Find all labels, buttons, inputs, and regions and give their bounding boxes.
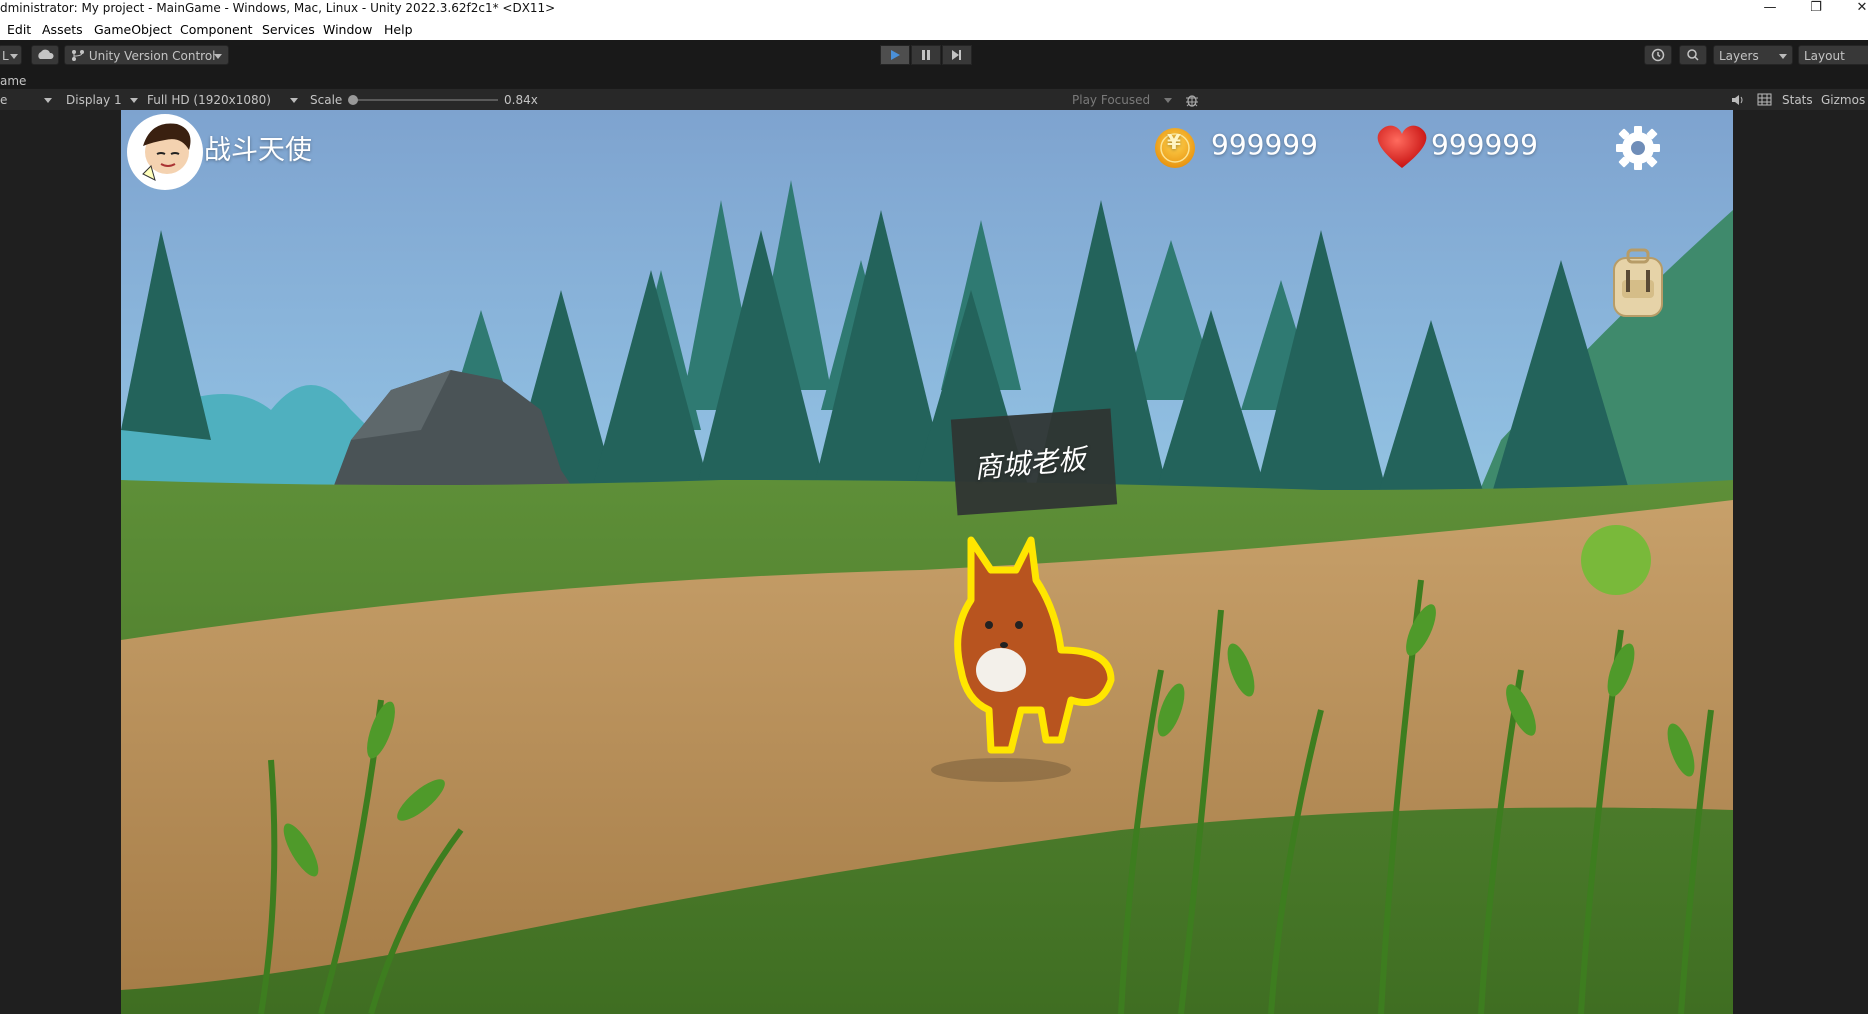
cloud-button[interactable] [31, 45, 59, 65]
step-icon [952, 50, 961, 60]
branch-icon [72, 50, 84, 61]
heart-count: 999999 [1431, 128, 1538, 161]
resolution-dropdown[interactable]: Full HD (1920x1080) [147, 93, 271, 107]
layers-dropdown[interactable]: Layers [1713, 45, 1793, 65]
resolution-label: Full HD (1920x1080) [147, 93, 271, 107]
menu-gameobject[interactable]: GameObject [94, 22, 172, 37]
main-toolbar: L Unity Version Control Layers Layout [0, 40, 1868, 70]
cloud-icon [38, 49, 54, 59]
stats-button[interactable]: Stats [1782, 93, 1813, 107]
menu-edit[interactable]: Edit [7, 22, 31, 37]
chevron-down-icon [10, 54, 18, 59]
layout-dropdown[interactable]: Layout [1798, 45, 1868, 65]
history-icon [1651, 48, 1665, 62]
tab-game[interactable]: ame [0, 74, 26, 88]
chevron-down-icon [44, 98, 52, 103]
menu-component[interactable]: Component [180, 22, 253, 37]
account-label: L [2, 49, 9, 63]
pause-icon [922, 50, 930, 60]
player-name: 战斗天使 [204, 135, 312, 166]
play-focused-label: Play Focused [1072, 93, 1151, 107]
scale-slider-handle[interactable] [348, 95, 358, 105]
menu-window[interactable]: Window [323, 22, 372, 37]
game-tab-row: ame [0, 70, 1868, 90]
coin-count: 999999 [1211, 128, 1318, 161]
coin-symbol: ¥ [1167, 130, 1181, 154]
history-button[interactable] [1644, 45, 1672, 65]
step-button[interactable] [942, 45, 972, 65]
window-title-bar: dministrator: My project - MainGame - Wi… [0, 0, 1868, 18]
avatar[interactable] [127, 114, 203, 190]
game-viewport[interactable]: 战斗天使 ¥ 999999 999999 商城老板 [121, 110, 1733, 1014]
window-title: dministrator: My project - MainGame - Wi… [0, 1, 556, 15]
chevron-down-icon [1779, 54, 1787, 59]
menu-help[interactable]: Help [384, 22, 413, 37]
restore-button[interactable]: ❐ [1796, 0, 1836, 18]
chevron-down-icon [130, 98, 138, 103]
account-dropdown[interactable]: L [0, 45, 22, 65]
search-icon [1687, 49, 1699, 61]
game-view-toolbar: e Display 1 Full HD (1920x1080) Scale 0.… [0, 88, 1868, 111]
gizmos-label: Gizmos [1821, 93, 1866, 107]
scale-label: Scale [310, 93, 343, 107]
forest-scene [121, 110, 1733, 1014]
display-label: Display 1 [66, 93, 122, 107]
play-focused-dropdown[interactable]: Play Focused [1072, 93, 1150, 107]
gear-icon[interactable] [1616, 126, 1660, 170]
close-button[interactable]: ✕ [1842, 0, 1868, 18]
layout-label: Layout [1804, 49, 1845, 63]
gizmos-button[interactable]: Gizmos [1821, 93, 1865, 107]
grid-icon[interactable] [1757, 93, 1773, 107]
play-icon [891, 50, 900, 60]
speaker-icon[interactable] [1730, 93, 1746, 107]
layers-label: Layers [1719, 49, 1759, 63]
pause-button[interactable] [911, 45, 941, 65]
version-control-label: Unity Version Control [88, 49, 216, 63]
display-dropdown[interactable]: Display 1 [66, 93, 122, 107]
backpack-icon[interactable] [1613, 248, 1663, 317]
stats-label: Stats [1782, 93, 1813, 107]
mode-label: e [0, 93, 8, 107]
chevron-down-icon [1164, 98, 1172, 103]
mode-dropdown[interactable]: e [0, 93, 7, 107]
search-button[interactable] [1679, 45, 1707, 65]
minimize-button[interactable]: — [1750, 0, 1790, 18]
scale-value: 0.84x [504, 93, 538, 107]
chevron-down-icon [214, 54, 222, 59]
menu-bar: Edit Assets GameObject Component Service… [0, 18, 1868, 40]
bush [1581, 525, 1651, 595]
play-button[interactable] [880, 45, 910, 65]
menu-assets[interactable]: Assets [42, 22, 83, 37]
bug-icon[interactable] [1184, 92, 1200, 108]
chevron-down-icon [290, 98, 298, 103]
menu-services[interactable]: Services [262, 22, 315, 37]
version-control-dropdown[interactable]: Unity Version Control [64, 45, 229, 65]
scale-slider-track[interactable] [352, 99, 498, 101]
